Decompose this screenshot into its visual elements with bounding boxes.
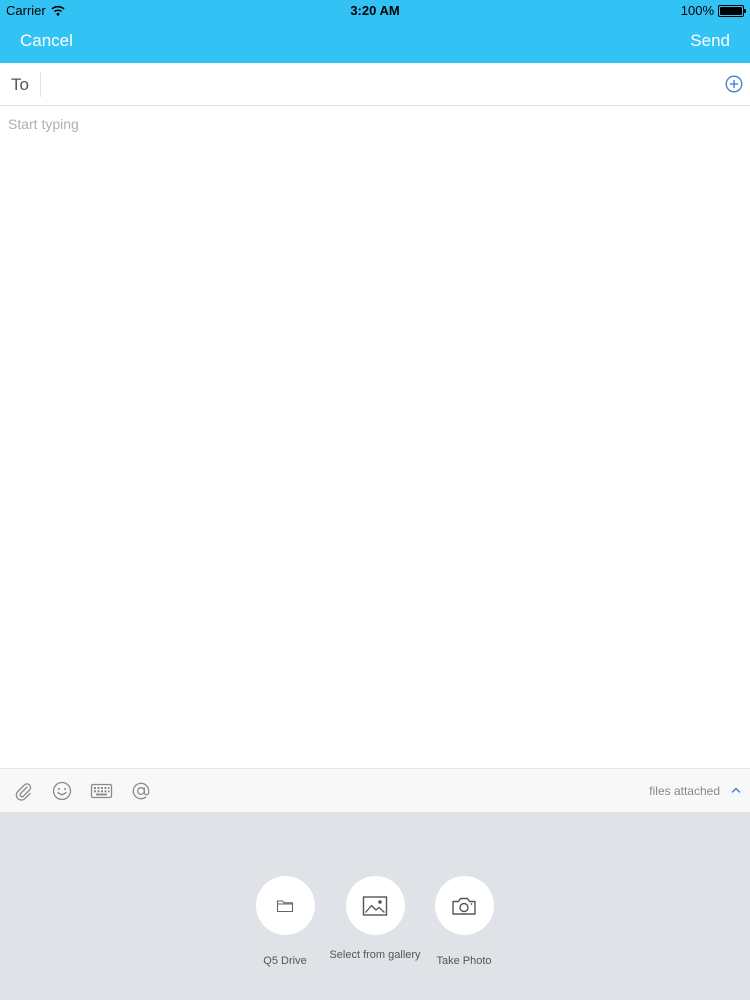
files-attached-label[interactable]: files attached — [649, 784, 720, 798]
q5-drive-option[interactable]: Q5 Drive — [235, 876, 335, 968]
image-icon — [362, 895, 388, 916]
header: Carrier 3:20 AM 100% Cancel Send — [0, 0, 750, 63]
battery-indicator: 100% — [680, 3, 746, 18]
chevron-up-icon[interactable] — [730, 784, 742, 796]
folder-icon — [276, 899, 294, 912]
to-divider — [40, 72, 41, 97]
send-button[interactable]: Send — [690, 31, 730, 51]
plus-circle-icon[interactable] — [725, 75, 743, 93]
gallery-button[interactable] — [345, 876, 405, 935]
q5-drive-button[interactable] — [255, 876, 315, 935]
battery-percentage: 100% — [680, 3, 714, 18]
recipient-input[interactable] — [48, 71, 708, 98]
take-photo-button[interactable] — [434, 876, 494, 935]
battery-icon — [718, 4, 746, 17]
clock: 3:20 AM — [350, 3, 400, 18]
paperclip-icon[interactable] — [12, 780, 34, 802]
to-label: To — [11, 75, 29, 94]
take-photo-label: Take Photo — [436, 955, 492, 967]
keyboard-icon[interactable] — [90, 780, 113, 802]
attachment-panel: Q5 Drive Select from gallery Take Photo — [0, 812, 750, 1000]
gallery-label: Select from gallery — [329, 949, 421, 961]
q5-drive-label: Q5 Drive — [263, 955, 307, 967]
message-body-input[interactable] — [0, 106, 750, 768]
camera-icon — [452, 897, 476, 915]
take-photo-option[interactable]: Take Photo — [414, 876, 514, 968]
cancel-button[interactable]: Cancel — [20, 31, 73, 51]
gallery-option[interactable]: Select from gallery — [325, 876, 425, 962]
recipient-row: To — [0, 63, 750, 106]
smiley-icon[interactable] — [51, 780, 73, 802]
status-bar: Carrier 3:20 AM 100% — [0, 0, 750, 22]
composer-toolbar: files attached — [0, 768, 750, 812]
at-sign-icon[interactable] — [130, 780, 152, 802]
